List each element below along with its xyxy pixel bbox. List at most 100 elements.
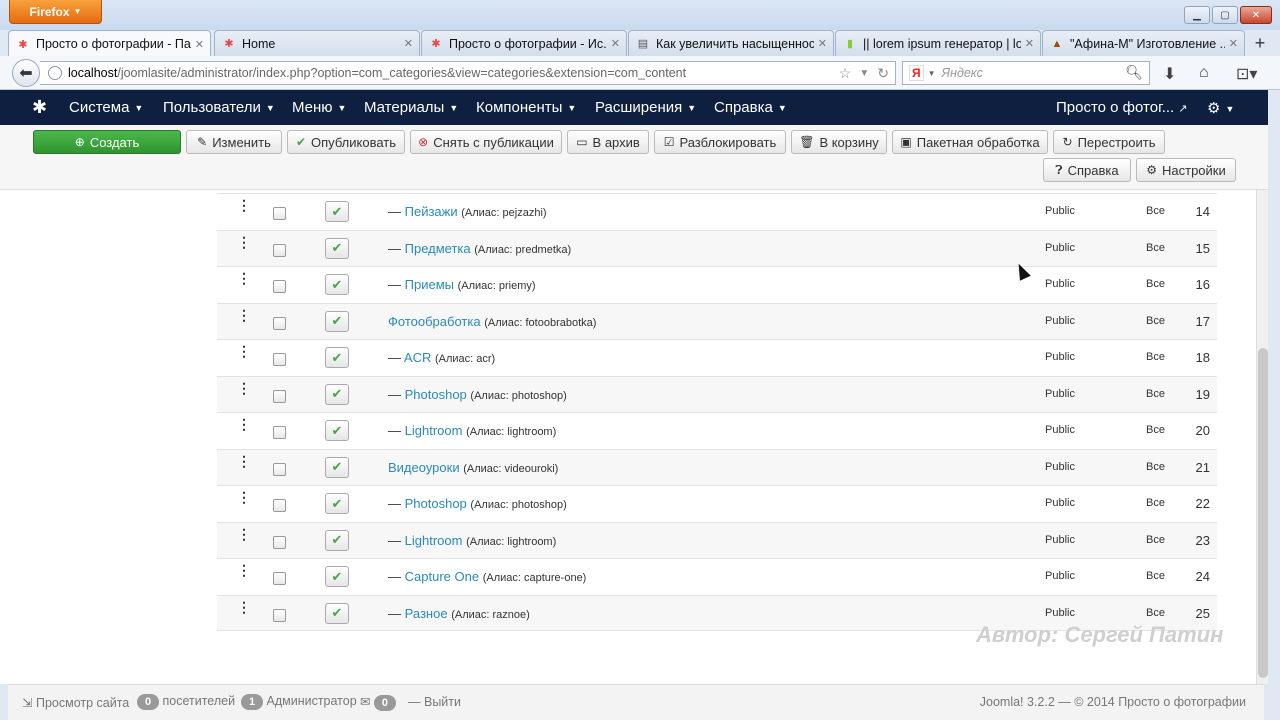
scrollbar-thumb[interactable] [1258, 348, 1268, 678]
row-checkbox[interactable] [273, 389, 286, 403]
browser-tab-1[interactable]: ✱ Просто о фотографии - Па... ✕ [8, 30, 211, 57]
close-tab-icon[interactable]: ✕ [195, 38, 204, 51]
category-link[interactable]: Photoshop [405, 387, 467, 402]
new-tab-button[interactable]: + [1248, 32, 1272, 54]
search-bar[interactable]: Я ▼ Яндекс 🔍︎ [902, 61, 1150, 85]
archive-button[interactable]: ▭ В архив [567, 130, 649, 154]
close-window-button[interactable]: ✕ [1240, 6, 1272, 24]
publish-status-toggle[interactable]: ✔ [325, 347, 349, 368]
close-tab-icon[interactable]: ✕ [611, 37, 620, 50]
dropdown-arrow-icon[interactable]: ▼ [859, 65, 869, 83]
category-link[interactable]: Видеоуроки [388, 460, 460, 475]
row-checkbox[interactable] [273, 207, 286, 220]
menu-system[interactable]: Система ▼ [69, 99, 143, 116]
publish-status-toggle[interactable]: ✔ [325, 456, 349, 478]
row-checkbox[interactable] [273, 572, 286, 585]
category-link[interactable]: Предметка [405, 241, 471, 256]
drag-handle-icon[interactable]: ⋮ [237, 235, 251, 249]
row-checkbox[interactable] [273, 608, 286, 622]
trash-button[interactable]: 🗑︎ В корзину [791, 130, 887, 154]
publish-status-toggle[interactable]: ✔ [325, 383, 349, 405]
back-button[interactable]: ⬅ [12, 59, 40, 87]
publish-button[interactable]: ✔ Опубликовать [287, 130, 405, 154]
category-link[interactable]: ACR [404, 350, 431, 365]
firefox-menu-button[interactable]: Firefox ▼ [9, 0, 102, 24]
publish-status-toggle[interactable]: ✔ [325, 420, 349, 441]
user-menu[interactable]: ⚙ ▼ [1207, 99, 1234, 117]
browser-tab-5[interactable]: ▮ || lorem ipsum генератор | lo... ✕ [835, 30, 1041, 56]
row-checkbox[interactable] [273, 353, 286, 366]
chevron-down-icon[interactable]: ▼ [928, 69, 936, 78]
menu-help[interactable]: Справка ▼ [714, 99, 787, 116]
bookmark-star-icon[interactable]: ☆ [839, 65, 852, 83]
publish-status-toggle[interactable]: ✔ [325, 493, 349, 514]
rebuild-button[interactable]: ↻ Перестроить [1053, 130, 1165, 154]
category-link[interactable]: Фотообработка [388, 314, 481, 329]
view-site-link[interactable]: ⇲ Просмотр сайта [22, 695, 129, 710]
row-checkbox[interactable] [273, 426, 286, 439]
row-checkbox[interactable] [273, 316, 286, 330]
publish-status-toggle[interactable]: ✔ [325, 529, 349, 551]
messages-indicator[interactable]: ✉ 0 [360, 694, 396, 711]
publish-status-toggle[interactable]: ✔ [325, 201, 349, 222]
close-tab-icon[interactable]: ✕ [818, 37, 827, 50]
row-checkbox[interactable] [273, 243, 286, 257]
drag-handle-icon[interactable]: ⋮ [237, 490, 251, 504]
reload-icon[interactable]: ↻ [877, 65, 889, 83]
drag-handle-icon[interactable]: ⋮ [237, 454, 251, 468]
publish-status-toggle[interactable]: ✔ [325, 566, 349, 587]
joomla-logo-icon[interactable]: ✱ [32, 97, 47, 118]
category-link[interactable]: Lightroom [405, 533, 463, 548]
minimize-button[interactable]: ▁ [1184, 6, 1210, 24]
drag-handle-icon[interactable]: ⋮ [237, 308, 251, 322]
edit-button[interactable]: ✎ Изменить [186, 130, 282, 154]
download-icon[interactable]: ⬇ [1163, 64, 1176, 84]
category-link[interactable]: Lightroom [405, 423, 463, 438]
category-link[interactable]: Capture One [405, 569, 479, 584]
browser-tab-2[interactable]: ✱ Home ✕ [214, 30, 420, 56]
menu-extensions[interactable]: Расширения ▼ [595, 99, 696, 116]
yandex-icon[interactable]: Я [909, 65, 924, 81]
site-link[interactable]: Просто о фотог... ↗ [1056, 99, 1188, 116]
drag-handle-icon[interactable]: ⋮ [237, 600, 251, 614]
menu-components[interactable]: Компоненты ▼ [476, 99, 576, 116]
publish-status-toggle[interactable]: ✔ [325, 274, 349, 295]
drag-handle-icon[interactable]: ⋮ [237, 417, 251, 431]
category-link[interactable]: Пейзажи [405, 204, 458, 219]
menu-users[interactable]: Пользователи ▼ [163, 99, 275, 116]
logout-link[interactable]: — Выйти [408, 695, 461, 709]
maximize-button[interactable]: ▢ [1212, 6, 1238, 24]
menu-content[interactable]: Материалы ▼ [364, 99, 458, 116]
drag-handle-icon[interactable]: ⋮ [237, 198, 251, 212]
toolbar-menu-icon[interactable]: ⊡▾ [1236, 64, 1257, 84]
help-button[interactable]: ❓︎ Справка [1043, 158, 1131, 182]
row-checkbox[interactable] [273, 462, 286, 476]
browser-tab-6[interactable]: ▲ "Афина-М" Изготовление ... ✕ [1042, 30, 1245, 56]
row-checkbox[interactable] [273, 535, 286, 549]
browser-tab-4[interactable]: ▤ Как увеличить насыщеннос... ✕ [628, 30, 834, 56]
category-link[interactable]: Разное [405, 606, 448, 621]
browser-tab-3[interactable]: ✱ Просто о фотографии - Ис... ✕ [421, 30, 627, 56]
drag-handle-icon[interactable]: ⋮ [237, 271, 251, 285]
close-tab-icon[interactable]: ✕ [1025, 37, 1034, 50]
publish-status-toggle[interactable]: ✔ [325, 237, 349, 259]
drag-handle-icon[interactable]: ⋮ [237, 563, 251, 577]
create-button[interactable]: ⊕ Создать [33, 130, 181, 154]
publish-status-toggle[interactable]: ✔ [325, 310, 349, 332]
url-bar[interactable]: localhost/joomlasite/administrator/index… [40, 61, 896, 85]
unpublish-button[interactable]: ⊗ Снять с публикации [410, 130, 562, 154]
close-tab-icon[interactable]: ✕ [404, 37, 413, 50]
search-icon[interactable]: 🔍︎ [1125, 64, 1143, 81]
row-checkbox[interactable] [273, 280, 286, 293]
drag-handle-icon[interactable]: ⋮ [237, 344, 251, 358]
checkin-button[interactable]: ☑ Разблокировать [654, 130, 786, 154]
drag-handle-icon[interactable]: ⋮ [237, 381, 251, 395]
publish-status-toggle[interactable]: ✔ [325, 602, 349, 624]
search-input[interactable]: Яндекс [942, 66, 983, 80]
category-link[interactable]: Photoshop [405, 496, 467, 511]
row-checkbox[interactable] [273, 499, 286, 512]
options-button[interactable]: ⚙ Настройки [1136, 158, 1236, 182]
drag-handle-icon[interactable]: ⋮ [237, 527, 251, 541]
category-link[interactable]: Приемы [405, 277, 454, 292]
menu-menus[interactable]: Меню ▼ [292, 99, 346, 116]
